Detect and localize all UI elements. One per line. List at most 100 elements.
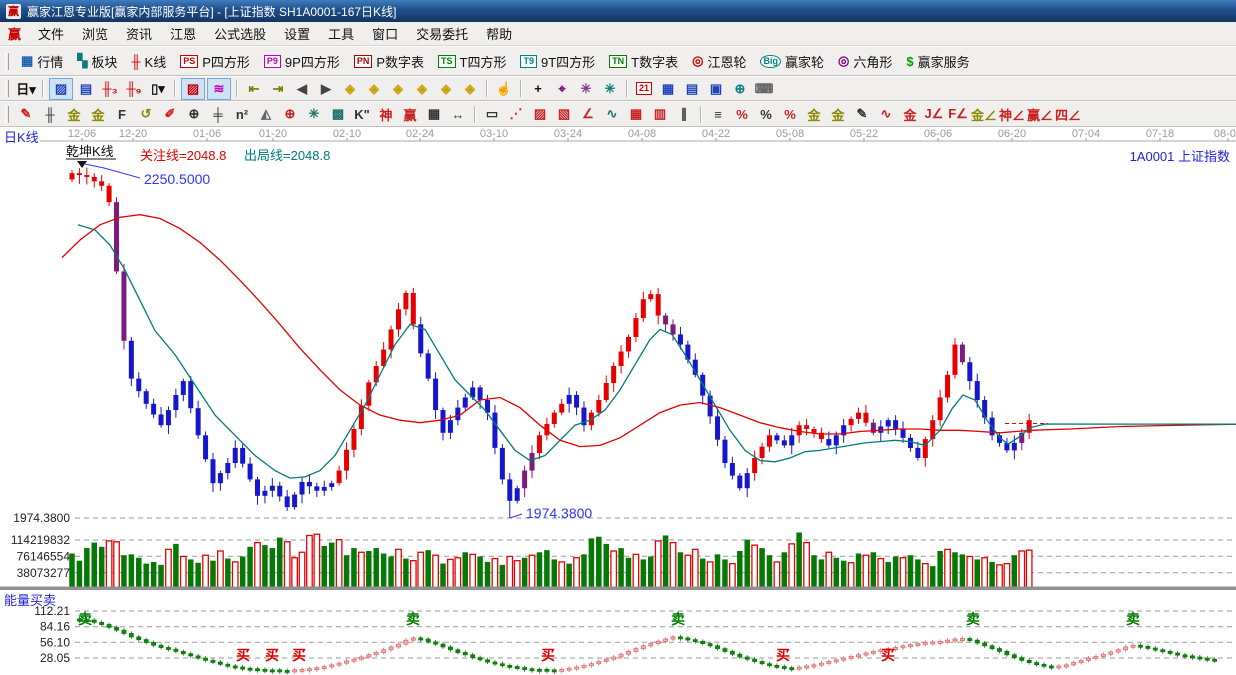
candle-body xyxy=(70,173,75,179)
toolbar-item-winner-service[interactable]: $赢家服务 xyxy=(899,50,976,73)
toolbar-button-draw-tool-purple[interactable]: ✳ xyxy=(575,79,597,99)
toolbar-item-winner-wheel[interactable]: Big赢家轮 xyxy=(753,50,831,73)
menu-file[interactable]: 文件 xyxy=(29,22,73,45)
toolbar-button-number-grid[interactable]: ▦ xyxy=(423,104,445,124)
menu-formula-stock-pick[interactable]: 公式选股 xyxy=(205,22,275,45)
toolbar-button-compress-h[interactable]: ◈ xyxy=(411,79,433,99)
toolbar-button-win-marker[interactable]: 赢 xyxy=(399,104,421,124)
toolbar-item-kline[interactable]: ╫K线 xyxy=(124,50,173,73)
menu-tools[interactable]: 工具 xyxy=(319,22,363,45)
toolbar-item-p-number-table[interactable]: PNP数字表 xyxy=(347,50,431,73)
toolbar-item-9t-square[interactable]: T99T四方形 xyxy=(513,50,602,73)
toolbar-button-wave-channel[interactable]: ∿ xyxy=(875,104,897,124)
toolbar-button-angle-shen[interactable]: 神∠ xyxy=(999,104,1025,124)
toolbar-button-crosshair-tool[interactable]: + xyxy=(527,79,549,99)
toolbar-button-fib-f[interactable]: F xyxy=(111,104,133,124)
toolbar-button-wave-line[interactable]: ∿ xyxy=(601,104,623,124)
toolbar-button-expand-v[interactable]: ◈ xyxy=(435,79,457,99)
menu-settings[interactable]: 设置 xyxy=(275,22,319,45)
toolbar-item-p-square[interactable]: PSP四方形 xyxy=(173,50,257,73)
menu-browse[interactable]: 浏览 xyxy=(73,22,117,45)
toolbar-button-period-day-dropdown[interactable]: 日▾ xyxy=(15,79,37,99)
toolbar-button-n-square[interactable]: n² xyxy=(231,104,253,124)
toolbar-button-box-select[interactable]: ▭ xyxy=(481,104,503,124)
toolbar-button-angle-j[interactable]: J∠ xyxy=(923,104,945,124)
toolbar-button-bars-3[interactable]: ╫₃ xyxy=(99,79,121,99)
toolbar-button-dense-grid-2[interactable]: ▥ xyxy=(649,104,671,124)
toolbar-button-mirror-angle[interactable]: ◭ xyxy=(255,104,277,124)
toolbar-button-volume-profile[interactable]: ≋ xyxy=(207,78,231,100)
menu-window[interactable]: 窗口 xyxy=(363,22,407,45)
toolbar-button-zoom-in-h[interactable]: ◈ xyxy=(363,79,385,99)
toolbar-button-dense-grid[interactable]: ▦ xyxy=(625,104,647,124)
toolbar-button-save[interactable]: ▣ xyxy=(705,79,727,99)
toolbar-button-angle-win[interactable]: 赢∠ xyxy=(1027,104,1053,124)
toolbar-button-line-box[interactable]: ▧ xyxy=(553,104,575,124)
toolbar-button-nav-next[interactable]: ▶ xyxy=(315,79,337,99)
toolbar-button-fan-box[interactable]: ▨ xyxy=(529,104,551,124)
toolbar-button-angle-pen[interactable]: ✐ xyxy=(159,104,181,124)
toolbar-button-gold-square-2[interactable]: 金 xyxy=(87,104,109,124)
toolbar-button-width-measure[interactable]: ↔ xyxy=(447,104,469,124)
toolbar-button-nav-first[interactable]: ⇤ xyxy=(243,79,265,99)
toolbar-item-quotes[interactable]: ▦行情 xyxy=(14,50,70,73)
toolbar-button-fan-lines[interactable]: ⋰ xyxy=(505,104,527,124)
toolbar-button-zoom-tool[interactable]: ⌖ xyxy=(551,79,573,99)
toolbar-item-t-number-table[interactable]: TNT数字表 xyxy=(602,50,685,73)
toolbar-button-calendar[interactable]: 21 xyxy=(633,79,655,99)
indicator-pane-label[interactable]: 能量买卖 xyxy=(4,593,56,608)
toolbar-button-angle-four[interactable]: 四∠ xyxy=(1055,104,1081,124)
toolbar-button-info-panel[interactable]: ▤ xyxy=(75,79,97,99)
main-chart[interactable]: 12-0612-2001-0601-2002-1002-2403-1003-24… xyxy=(0,127,1236,675)
menu-news[interactable]: 资讯 xyxy=(117,22,161,45)
toolbar-button-matrix-box[interactable]: ▩ xyxy=(327,104,349,124)
toolbar-button-zoom-out-h[interactable]: ◈ xyxy=(339,79,361,99)
menu-help[interactable]: 帮助 xyxy=(477,22,521,45)
toolbar-button-calculator[interactable]: ▦ xyxy=(657,79,679,99)
toolbar-item-t-square[interactable]: TST四方形 xyxy=(431,50,513,73)
menu-trade-order[interactable]: 交易委托 xyxy=(407,22,477,45)
toolbar-button-price-ruler[interactable]: ╪ xyxy=(207,104,229,124)
toolbar-item-9p-square[interactable]: P99P四方形 xyxy=(257,50,347,73)
toolbar-button-bars-9[interactable]: ╫₉ xyxy=(123,79,145,99)
toolbar-button-gold-channel[interactable]: 金 xyxy=(899,104,921,124)
toolbar-button-spiral[interactable]: ↺ xyxy=(135,104,157,124)
toolbar-item-hexagon[interactable]: ◎六角形 xyxy=(831,50,899,73)
toolbar-button-gold-circle[interactable]: 金 xyxy=(803,104,825,124)
toolbar-button-percent[interactable]: % xyxy=(755,104,777,124)
toolbar-button-nav-last[interactable]: ⇥ xyxy=(267,79,289,99)
toolbar-button-gann-compass[interactable]: ⊕ xyxy=(183,104,205,124)
toolbar-button-angle-f[interactable]: F∠ xyxy=(947,104,969,124)
toolbar-button-parallel-lines[interactable]: ∥ xyxy=(673,104,695,124)
toolbar-button-marker-pen[interactable]: ✎ xyxy=(851,104,873,124)
toolbar-button-spider-web[interactable]: ✳ xyxy=(303,104,325,124)
toolbar-button-trend-angle[interactable]: ∠ xyxy=(577,104,599,124)
toolbar-button-percent-line[interactable]: % xyxy=(779,104,801,124)
calendar-icon: 21 xyxy=(636,82,652,95)
toolbar-button-candle-style-dropdown[interactable]: ▯▾ xyxy=(147,79,169,99)
toolbar-button-hand-tool[interactable]: ☝ xyxy=(493,79,515,99)
toolbar-button-gold-square-1[interactable]: 金 xyxy=(63,104,85,124)
menu-gann[interactable]: 江恩 xyxy=(161,22,205,45)
toolbar-item-gann-wheel[interactable]: ◎江恩轮 xyxy=(685,50,753,73)
toolbar-button-shen-marker[interactable]: 神 xyxy=(375,104,397,124)
toolbar-button-chart-pattern[interactable]: ▨ xyxy=(49,78,73,100)
toolbar-button-stat-bars[interactable]: ≡ xyxy=(707,104,729,124)
toolbar-button-gann-line[interactable]: ╫ xyxy=(39,104,61,124)
toolbar-button-gold-lines[interactable]: 金 xyxy=(827,104,849,124)
toolbar-button-nav-prev[interactable]: ◀ xyxy=(291,79,313,99)
toolbar-button-target-circle[interactable]: ⊕ xyxy=(279,104,301,124)
toolbar-button-workstation[interactable]: ⌨ xyxy=(753,79,775,99)
toolbar-button-pattern-red[interactable]: ▨ xyxy=(181,78,205,100)
toolbar-button-expand-h[interactable]: ◈ xyxy=(387,79,409,99)
toolbar-button-k-marker[interactable]: K" xyxy=(351,104,373,124)
toolbar-button-notes[interactable]: ▤ xyxy=(681,79,703,99)
toolbar-button-angle-gold[interactable]: 金∠ xyxy=(971,104,997,124)
toolbar-button-world-data[interactable]: ⊕ xyxy=(729,79,751,99)
toolbar-item-sectors[interactable]: ▚板块 xyxy=(70,50,124,73)
toolbar-button-percent-retrace[interactable]: % xyxy=(731,104,753,124)
pane-label-daily-kline[interactable]: 日K线 xyxy=(4,130,39,145)
toolbar-button-compress-v[interactable]: ◈ xyxy=(459,79,481,99)
toolbar-button-pen-tool[interactable]: ✎ xyxy=(15,104,37,124)
toolbar-button-draw-tool-teal[interactable]: ✳ xyxy=(599,79,621,99)
